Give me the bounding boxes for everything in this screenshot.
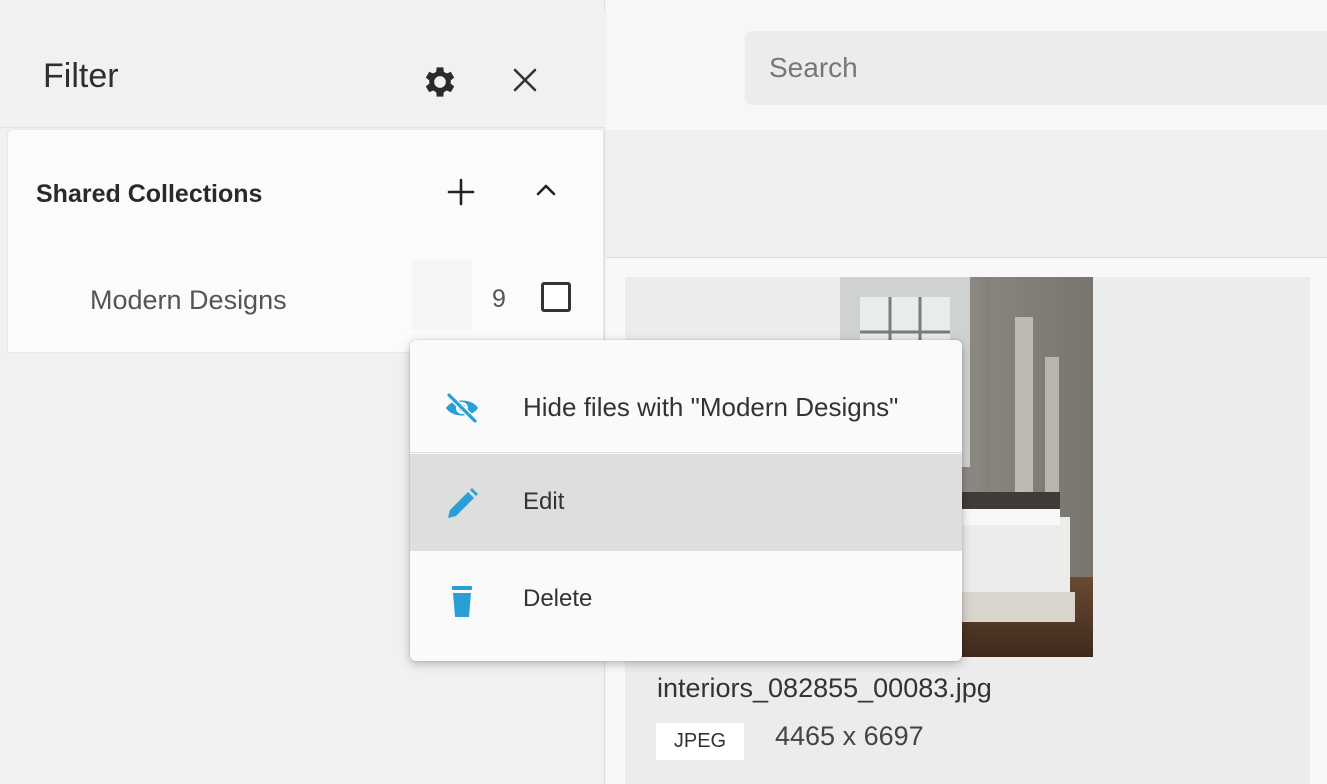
collection-item-label: Modern Designs [90,285,287,315]
app-root: Filter Shared Collections Modern Designs… [0,0,1327,784]
context-menu: Hide files with "Modern Designs" Edit De… [410,340,962,661]
menu-item-edit[interactable]: Edit [410,454,962,551]
add-collection-icon[interactable] [441,172,481,212]
menu-item-delete[interactable]: Delete [410,551,962,648]
menu-item-hide-label: Hide files with "Modern Designs" [523,392,899,422]
chevron-up-icon[interactable] [526,170,566,210]
collection-item-count: 9 [492,285,506,313]
shared-collections-panel: Shared Collections Modern Designs 9 [8,130,603,352]
filter-header: Filter [0,10,605,128]
menu-item-edit-label: Edit [523,488,565,515]
search-input[interactable] [745,31,1327,105]
collection-checkbox[interactable] [541,282,571,312]
pencil-icon [448,488,478,518]
menu-item-delete-label: Delete [523,585,593,612]
trash-icon [452,586,472,617]
eye-off-icon [446,392,478,424]
gear-icon[interactable] [420,62,460,102]
menu-item-hide[interactable]: Hide files with "Modern Designs" [410,358,962,453]
close-icon[interactable] [505,60,545,100]
shared-collections-title: Shared Collections [36,180,263,208]
file-type-badge: JPEG [656,723,744,760]
collection-item-modern-designs[interactable]: Modern Designs 9 [8,260,603,335]
toolbar-band [606,130,1327,258]
file-name: interiors_082855_00083.jpg [657,673,992,703]
collection-item-hover-area [412,260,472,330]
file-dimensions: 4465 x 6697 [775,721,924,751]
filter-title: Filter [43,57,119,95]
